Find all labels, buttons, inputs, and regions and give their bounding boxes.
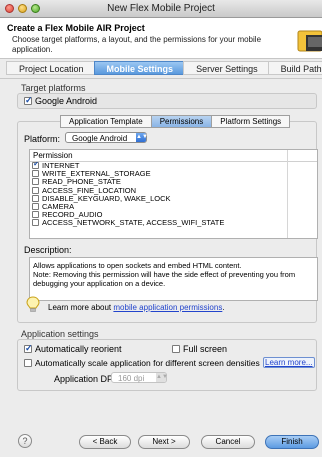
platform-select[interactable]: Google Android ▲▼ bbox=[65, 132, 148, 143]
tab-application-template[interactable]: Application Template bbox=[60, 115, 152, 128]
page-title: Create a Flex Mobile AIR Project bbox=[7, 23, 145, 33]
permission-label: DISABLE_KEYGUARD, WAKE_LOCK bbox=[42, 194, 171, 203]
checkbox-icon bbox=[24, 343, 33, 354]
step-server-settings[interactable]: Server Settings bbox=[183, 61, 269, 75]
permission-label: ACCESS_NETWORK_STATE, ACCESS_WIFI_STATE bbox=[42, 219, 225, 228]
learn-more-permissions: Learn more about mobile application perm… bbox=[48, 303, 225, 312]
help-button[interactable]: ? bbox=[18, 434, 32, 448]
permission-row-disable-keyguard[interactable]: DISABLE_KEYGUARD, WAKE_LOCK bbox=[30, 194, 317, 203]
step-build-paths[interactable]: Build Paths bbox=[267, 61, 322, 75]
tab-platform-settings[interactable]: Platform Settings bbox=[211, 115, 291, 128]
next-button[interactable]: Next > bbox=[138, 435, 190, 449]
permission-label: RECORD_AUDIO bbox=[42, 211, 103, 220]
auto-scale-label: Automatically scale application for diff… bbox=[35, 358, 260, 368]
permission-label: READ_PHONE_STATE bbox=[42, 178, 121, 187]
permission-label: WRITE_EXTERNAL_STORAGE bbox=[42, 170, 151, 179]
checkbox-icon bbox=[24, 359, 32, 367]
permission-label: CAMERA bbox=[42, 202, 75, 211]
checkbox-icon bbox=[32, 162, 40, 169]
dpi-select[interactable]: 160 dpi ▲▼ bbox=[111, 372, 168, 383]
dpi-value: 160 dpi bbox=[118, 374, 145, 383]
tab-permissions[interactable]: Permissions bbox=[150, 115, 213, 128]
permission-row-record-audio[interactable]: RECORD_AUDIO bbox=[30, 211, 317, 219]
permission-row-write-external-storage[interactable]: WRITE_EXTERNAL_STORAGE bbox=[30, 170, 317, 178]
wizard-steps: Project Location Mobile Settings Server … bbox=[6, 61, 322, 75]
platform-label: Platform: bbox=[24, 134, 61, 144]
learn-more-prefix: Learn more about bbox=[48, 303, 114, 312]
application-settings-label: Application settings bbox=[21, 329, 99, 339]
page-description: Choose target platforms, a layout, and t… bbox=[12, 35, 262, 54]
learn-more-dpi-button[interactable]: Learn more... bbox=[263, 357, 315, 368]
auto-scale-checkbox[interactable]: Automatically scale application for diff… bbox=[24, 358, 260, 368]
select-arrows-icon: ▲▼ bbox=[136, 133, 148, 142]
back-button[interactable]: < Back bbox=[79, 435, 131, 449]
google-android-checkbox[interactable]: Google Android bbox=[24, 95, 98, 106]
settings-tabs: Application Template Permissions Platfor… bbox=[60, 115, 291, 128]
step-project-location[interactable]: Project Location bbox=[6, 61, 95, 75]
checkbox-icon bbox=[32, 186, 39, 194]
checkbox-icon bbox=[32, 202, 39, 210]
google-android-label: Google Android bbox=[35, 96, 98, 106]
description-label: Description: bbox=[24, 245, 72, 255]
window-titlebar: New Flex Mobile Project bbox=[0, 0, 322, 18]
permission-column-header: Permission bbox=[30, 150, 317, 238]
divider bbox=[0, 78, 322, 79]
permission-label: INTERNET bbox=[42, 162, 80, 170]
checkbox-icon bbox=[32, 170, 39, 178]
checkbox-icon bbox=[32, 219, 39, 227]
auto-reorient-checkbox[interactable]: Automatically reorient bbox=[24, 343, 122, 354]
permission-row-access-fine-location[interactable]: ACCESS_FINE_LOCATION bbox=[30, 186, 317, 195]
checkbox-icon bbox=[172, 345, 180, 353]
dpi-label: Application DPI: bbox=[54, 374, 119, 384]
select-arrows-icon: ▲▼ bbox=[156, 373, 168, 382]
permission-row-camera[interactable]: CAMERA bbox=[30, 202, 317, 211]
full-screen-label: Full screen bbox=[183, 344, 228, 354]
checkbox-icon bbox=[32, 178, 39, 186]
checkbox-icon bbox=[32, 194, 39, 202]
checkbox-icon bbox=[32, 211, 39, 219]
permission-row-internet[interactable]: INTERNET bbox=[30, 162, 317, 170]
auto-reorient-label: Automatically reorient bbox=[35, 344, 122, 354]
wizard-banner-icon bbox=[297, 30, 322, 52]
wizard-header: Create a Flex Mobile AIR Project Choose … bbox=[0, 18, 322, 59]
full-screen-checkbox[interactable]: Full screen bbox=[172, 344, 227, 354]
target-platforms-label: Target platforms bbox=[21, 83, 86, 93]
step-mobile-settings[interactable]: Mobile Settings bbox=[93, 61, 185, 75]
learn-more-suffix: . bbox=[222, 303, 225, 312]
window-title: New Flex Mobile Project bbox=[107, 3, 215, 14]
platform-value: Google Android bbox=[72, 134, 128, 143]
finish-button[interactable]: Finish bbox=[265, 435, 319, 449]
description-box: Allows applications to open sockets and … bbox=[29, 257, 318, 301]
permission-row-read-phone-state[interactable]: READ_PHONE_STATE bbox=[30, 178, 317, 186]
permission-label: ACCESS_FINE_LOCATION bbox=[42, 186, 137, 195]
permissions-table: Permission INTERNET WRITE_EXTERNAL_STORA… bbox=[29, 149, 318, 239]
cancel-button[interactable]: Cancel bbox=[201, 435, 255, 449]
lightbulb-icon bbox=[26, 296, 40, 312]
permission-row-access-network-state[interactable]: ACCESS_NETWORK_STATE, ACCESS_WIFI_STATE bbox=[30, 219, 317, 227]
permissions-help-link[interactable]: mobile application permissions bbox=[113, 303, 222, 312]
checkbox-icon bbox=[24, 95, 33, 106]
